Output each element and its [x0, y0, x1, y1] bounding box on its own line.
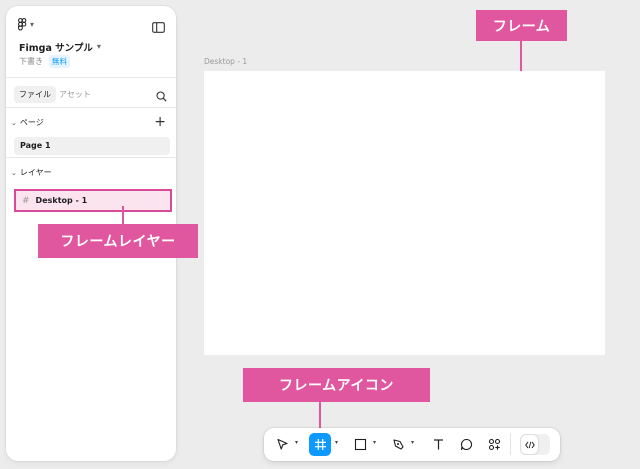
chevron-down-icon: ▾: [30, 19, 35, 29]
comment-bubble-icon: [460, 438, 473, 451]
frame-title-label[interactable]: Desktop - 1: [204, 57, 247, 66]
desktop-frame[interactable]: [204, 71, 605, 355]
chevron-down-icon: ▾: [96, 42, 101, 51]
file-name: Fimga サンプル: [19, 43, 93, 54]
code-brackets-icon: [521, 435, 538, 454]
callout-frame-icon: フレームアイコン: [243, 368, 430, 402]
actions-tool-button[interactable]: [484, 433, 504, 456]
callout-line-frame-layer: [122, 206, 124, 224]
search-icon[interactable]: [156, 87, 167, 106]
shape-tool-button[interactable]: [350, 433, 370, 456]
layers-header-label: レイヤー: [19, 168, 52, 177]
frame-tool-menu-icon[interactable]: ▾: [335, 440, 338, 446]
toolbar-divider: [510, 434, 511, 455]
file-status: 下書き: [19, 57, 43, 66]
cursor-arrow-icon: [276, 438, 289, 451]
sidebar-tabs: ファイル アセット: [6, 78, 176, 108]
move-tool-button[interactable]: [272, 433, 292, 456]
pages-header-label: ページ: [19, 118, 44, 127]
pen-tool-button[interactable]: [388, 433, 408, 456]
pen-nib-icon: [392, 438, 405, 451]
pages-section: ⌄ ページ + Page 1: [6, 108, 176, 158]
pen-tool-menu-icon[interactable]: ▾: [411, 440, 414, 446]
frame-hash-icon: [314, 438, 327, 451]
callout-frame-layer: フレームレイヤー: [38, 224, 198, 258]
layers-section: ⌄ レイヤー # Desktop - 1: [6, 158, 176, 218]
tab-files[interactable]: ファイル: [14, 86, 56, 103]
file-header: ▾ Fimga サンプル ▾ 下書き 無料: [6, 6, 176, 78]
layer-label: Desktop - 1: [35, 196, 88, 205]
text-tool-button[interactable]: [428, 433, 448, 456]
chevron-down-icon: ⌄: [11, 168, 17, 177]
dev-mode-toggle[interactable]: [520, 434, 550, 455]
pages-header[interactable]: ⌄ ページ: [11, 117, 44, 128]
callout-frame: フレーム: [476, 10, 567, 41]
comment-tool-button[interactable]: [456, 433, 476, 456]
bottom-toolbar: ▾ ▾ ▾ ▾: [264, 428, 560, 461]
shape-tool-menu-icon[interactable]: ▾: [373, 440, 376, 446]
main-menu-button[interactable]: ▾: [18, 18, 34, 31]
callout-line-frame: [520, 41, 522, 71]
file-name-button[interactable]: Fimga サンプル ▾: [19, 40, 101, 55]
move-tool-menu-icon[interactable]: ▾: [295, 440, 298, 446]
add-page-icon[interactable]: +: [154, 115, 166, 129]
frame-hash-icon: #: [22, 195, 30, 206]
chevron-down-icon: ⌄: [11, 118, 17, 127]
text-t-icon: [432, 438, 445, 451]
rectangle-icon: [354, 438, 367, 451]
layer-item-desktop-1[interactable]: # Desktop - 1: [14, 189, 172, 212]
file-meta: 下書き 無料: [19, 55, 70, 68]
plan-badge: 無料: [49, 55, 70, 68]
components-plus-icon: [488, 438, 501, 451]
figma-logo-icon: [18, 18, 27, 31]
tab-assets[interactable]: アセット: [54, 86, 96, 103]
sidebar-panel-icon[interactable]: [152, 18, 165, 37]
page-item-page-1[interactable]: Page 1: [14, 137, 170, 155]
frame-tool-button[interactable]: [309, 433, 331, 456]
layers-header[interactable]: ⌄ レイヤー: [11, 167, 52, 178]
